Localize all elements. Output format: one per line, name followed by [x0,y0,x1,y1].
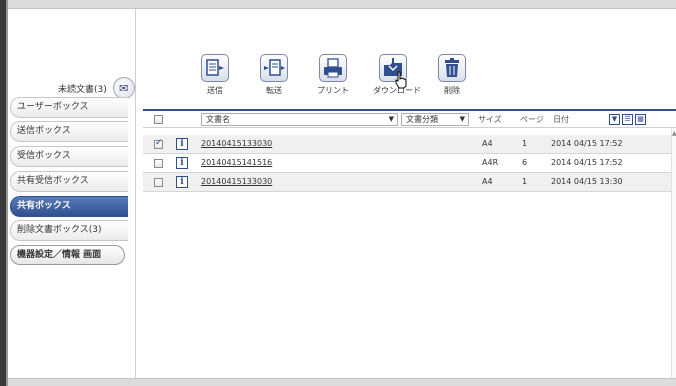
thumbnail-view-icon[interactable]: ▦ [635,114,646,125]
document-link[interactable]: 20140415141516 [201,158,272,167]
dropdown-arrow-icon: ▼ [459,115,465,123]
hand-cursor-icon [395,71,407,89]
sidebar: 未読文書(3) ✉ [8,9,136,378]
device-settings-button[interactable]: 機器設定／情報 画面 [10,245,125,265]
window-top-bar [8,0,676,9]
row-size: A4R [482,158,499,167]
info-icon[interactable]: i [176,138,188,150]
document-link[interactable]: 20140415133030 [201,177,272,186]
dropdown-arrow-icon: ▼ [388,115,394,123]
send-button[interactable]: 送信 [195,54,235,96]
forward-button[interactable]: 転送 [254,54,294,96]
document-link[interactable]: 20140415133030 [201,139,272,148]
sidebar-item-shared-box[interactable]: 共有ボックス [10,196,128,217]
row-pages: 6 [522,158,528,167]
info-icon[interactable]: i [176,157,188,169]
forward-icon [260,54,288,82]
category-select[interactable]: 文書分類 ▼ [401,113,469,126]
unread-documents-label: 未読文書(3) [58,84,107,95]
list-view-icon[interactable]: ☰ [622,114,633,125]
table-row[interactable]: i 20140415133030 A4 1 2014 04/15 13:30 [143,173,671,192]
sort-dropdown-icon[interactable]: ▼ [609,114,620,125]
print-icon [319,54,347,82]
unread-icon[interactable]: ✉ [112,77,135,99]
delete-icon [438,54,466,82]
sidebar-item-shared-receive-box[interactable]: 共有受信ボックス [10,171,128,192]
column-pages: ページ [520,115,544,124]
row-size: A4 [482,139,493,148]
table-header: 文書名 ▼ 文書分類 ▼ サイズ ページ 日付 ▼ ☰ ▦ [143,109,676,128]
table-row[interactable]: i 20140415133030 A4 1 2014 04/15 17:52 [143,135,671,154]
row-date: 2014 04/15 13:30 [551,177,623,186]
print-button[interactable]: プリント [313,54,353,96]
doc-name-select[interactable]: 文書名 ▼ [201,113,398,126]
row-checkbox[interactable] [154,159,163,168]
sidebar-item-deleted-box[interactable]: 削除文書ボックス(3) [10,220,128,241]
row-size: A4 [482,177,493,186]
send-icon [201,54,229,82]
row-checkbox[interactable] [154,178,163,187]
sidebar-item-receive-box[interactable]: 受信ボックス [10,146,128,167]
delete-label: 削除 [444,86,460,95]
vertical-scrollbar[interactable] [671,128,676,378]
unread-documents[interactable]: 未読文書(3) ✉ [58,77,135,99]
forward-label: 転送 [266,86,282,95]
print-label: プリント [317,86,349,95]
row-checkbox[interactable] [154,138,163,149]
row-date: 2014 04/15 17:52 [551,158,623,167]
info-icon[interactable]: i [176,176,188,188]
column-date: 日付 [553,115,569,124]
delete-button[interactable]: 削除 [432,54,472,96]
sidebar-item-user-box[interactable]: ユーザーボックス [10,97,128,118]
row-date: 2014 04/15 17:52 [551,139,623,148]
send-label: 送信 [207,86,223,95]
column-size: サイズ [478,115,502,124]
scroll-up-icon[interactable]: ▲ [672,130,676,137]
window-bottom-bar [8,378,676,386]
sidebar-item-send-box[interactable]: 送信ボックス [10,121,128,142]
select-all-checkbox[interactable] [154,115,163,124]
row-pages: 1 [522,139,528,148]
table-row[interactable]: i 20140415141516 A4R 6 2014 04/15 17:52 [143,154,671,173]
row-pages: 1 [522,177,528,186]
